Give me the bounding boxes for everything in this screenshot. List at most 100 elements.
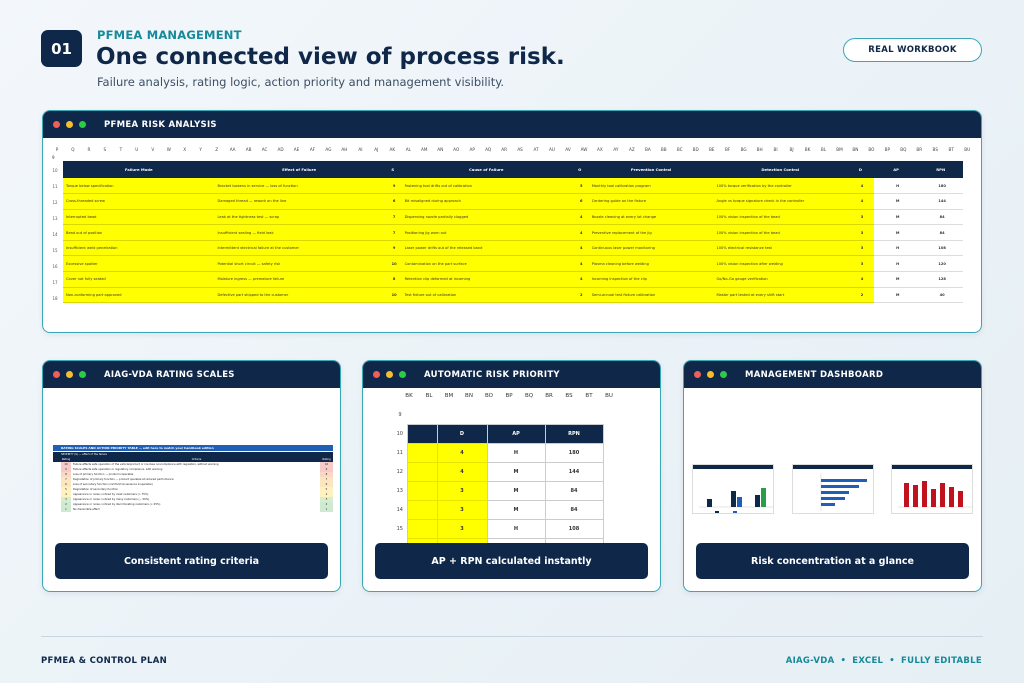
- mini-chart-ap-by-category[interactable]: [692, 464, 774, 514]
- table-cell[interactable]: 40: [918, 287, 963, 304]
- maximize-dot-icon[interactable]: [720, 371, 727, 378]
- rpn-cell[interactable]: 108: [544, 518, 604, 539]
- table-cell[interactable]: Angle vs torque signature check in the c…: [713, 193, 848, 210]
- table-cell[interactable]: Positioning jig worn out: [401, 224, 571, 241]
- table-cell[interactable]: Semi-annual test fixture calibration: [588, 287, 714, 304]
- ap-cell[interactable]: M: [486, 480, 546, 501]
- table-cell[interactable]: Nozzle cleaning at every lot change: [588, 209, 714, 226]
- table-cell[interactable]: Excessive spatter: [63, 255, 215, 273]
- table-cell[interactable]: 4: [847, 271, 874, 288]
- maximize-dot-icon[interactable]: [399, 371, 406, 378]
- mini-chart-rpn-bars[interactable]: [891, 464, 973, 514]
- table-row[interactable]: Excessive spatter Potential short circuit…: [63, 255, 963, 273]
- table-cell[interactable]: 2: [570, 287, 589, 304]
- table-cell[interactable]: Intermittent electrical failure at the c…: [214, 240, 384, 257]
- minimize-dot-icon[interactable]: [386, 371, 393, 378]
- table-row[interactable]: 13 3 M 84: [393, 480, 604, 501]
- table-row[interactable]: Insufficient weld penetration Intermitten…: [63, 240, 963, 257]
- table-cell[interactable]: M: [873, 209, 919, 226]
- table-cell[interactable]: [406, 461, 438, 482]
- table-cell[interactable]: 180: [918, 178, 963, 195]
- maximize-dot-icon[interactable]: [79, 371, 86, 378]
- table-row[interactable]: 12 4 M 144: [393, 461, 604, 482]
- table-cell[interactable]: Monthly tool calibration program: [588, 178, 714, 195]
- table-cell[interactable]: 4: [570, 224, 589, 241]
- table-row[interactable]: 11 4 H 180: [393, 442, 604, 463]
- table-cell[interactable]: Retention clip deformed at incoming: [401, 271, 571, 288]
- table-cell[interactable]: 6: [570, 193, 589, 210]
- table-cell[interactable]: M: [873, 193, 919, 210]
- table-cell[interactable]: Leak at the tightness test — scrap: [214, 209, 384, 226]
- table-cell[interactable]: 4: [570, 255, 589, 273]
- table-cell[interactable]: 10: [383, 255, 402, 273]
- table-cell[interactable]: Incoming inspection of the clip: [588, 271, 714, 288]
- rpn-cell[interactable]: 144: [544, 461, 604, 482]
- table-cell[interactable]: Potential short circuit — safety risk: [214, 255, 384, 273]
- minimize-dot-icon[interactable]: [66, 371, 73, 378]
- maximize-dot-icon[interactable]: [79, 121, 86, 128]
- table-cell[interactable]: Master part tested at every shift start: [713, 287, 848, 304]
- d-cell[interactable]: 3: [436, 499, 488, 520]
- table-cell[interactable]: H: [873, 178, 919, 195]
- table-cell[interactable]: 144: [918, 193, 963, 210]
- table-cell[interactable]: M: [873, 224, 919, 241]
- ap-cell[interactable]: H: [486, 518, 546, 539]
- table-cell[interactable]: 84: [918, 224, 963, 241]
- table-cell[interactable]: Preventive replacement of the jig: [588, 224, 714, 241]
- table-cell[interactable]: 100% vision inspection after welding: [713, 255, 848, 273]
- table-row[interactable]: Non-conforming part approved Defective pa…: [63, 287, 963, 304]
- table-cell[interactable]: 6: [383, 193, 402, 210]
- rpn-cell[interactable]: 84: [544, 480, 604, 501]
- table-row[interactable]: Torque below specification Bracket loosen…: [63, 178, 963, 195]
- table-cell[interactable]: 84: [918, 209, 963, 226]
- table-cell[interactable]: 8: [383, 271, 402, 288]
- table-cell[interactable]: H: [873, 255, 919, 273]
- table-cell[interactable]: Contamination on the part surface: [401, 255, 571, 273]
- table-cell[interactable]: Plasma cleaning before welding: [588, 255, 714, 273]
- d-cell[interactable]: 3: [436, 518, 488, 539]
- table-cell[interactable]: 3: [847, 255, 874, 273]
- mini-chart-horizontal-bars[interactable]: [791, 464, 874, 514]
- spreadsheet-view[interactable]: P Q R S T U V W X Y Z AA AB AC AD AE AF AG AH AI AJ AK AL AM AN A…: [49, 141, 975, 328]
- table-cell[interactable]: Damaged thread — rework on the line: [214, 193, 384, 210]
- table-cell[interactable]: 100% vision inspection of the bead: [713, 209, 848, 226]
- table-cell[interactable]: Defective part shipped to the customer: [214, 287, 384, 304]
- table-row[interactable]: Cover not fully seated Moisture ingress —…: [63, 271, 963, 288]
- close-dot-icon[interactable]: [373, 371, 380, 378]
- table-cell[interactable]: Cross-threaded screw: [63, 193, 215, 210]
- table-cell[interactable]: 9: [383, 240, 402, 257]
- table-cell[interactable]: 108: [918, 240, 963, 257]
- minimize-dot-icon[interactable]: [66, 121, 73, 128]
- table-cell[interactable]: 2: [847, 287, 874, 304]
- table-cell[interactable]: Bead out of position: [63, 224, 215, 241]
- table-cell[interactable]: 9: [383, 178, 402, 195]
- table-cell[interactable]: 128: [918, 271, 963, 288]
- table-cell[interactable]: 7: [383, 209, 402, 226]
- real-workbook-badge[interactable]: REAL WORKBOOK: [843, 38, 982, 62]
- d-cell[interactable]: 4: [436, 442, 488, 463]
- rpn-cell[interactable]: 84: [544, 499, 604, 520]
- table-row[interactable]: Interrupted bead Leak at the tightness te…: [63, 209, 963, 226]
- table-cell[interactable]: H: [873, 240, 919, 257]
- table-cell[interactable]: 7: [383, 224, 402, 241]
- table-cell[interactable]: Interrupted bead: [63, 209, 215, 226]
- table-row[interactable]: Bead out of position Insufficient sealing…: [63, 224, 963, 241]
- table-cell[interactable]: Non-conforming part approved: [63, 287, 215, 304]
- table-cell[interactable]: 3: [847, 240, 874, 257]
- table-cell[interactable]: Insufficient weld penetration: [63, 240, 215, 257]
- d-cell[interactable]: 3: [436, 480, 488, 501]
- table-cell[interactable]: 4: [570, 209, 589, 226]
- table-cell[interactable]: 5: [570, 178, 589, 195]
- table-cell[interactable]: Bracket loosens in service — loss of fun…: [214, 178, 384, 195]
- ap-cell[interactable]: M: [486, 499, 546, 520]
- table-cell[interactable]: Fastening tool drifts out of calibration: [401, 178, 571, 195]
- table-cell[interactable]: 120: [918, 255, 963, 273]
- rpn-cell[interactable]: 180: [544, 442, 604, 463]
- table-cell[interactable]: 4: [570, 271, 589, 288]
- table-cell[interactable]: M: [873, 287, 919, 304]
- table-cell[interactable]: [406, 499, 438, 520]
- table-cell[interactable]: [406, 518, 438, 539]
- ap-cell[interactable]: M: [486, 461, 546, 482]
- close-dot-icon[interactable]: [53, 371, 60, 378]
- table-cell[interactable]: Moisture ingress — premature failure: [214, 271, 384, 288]
